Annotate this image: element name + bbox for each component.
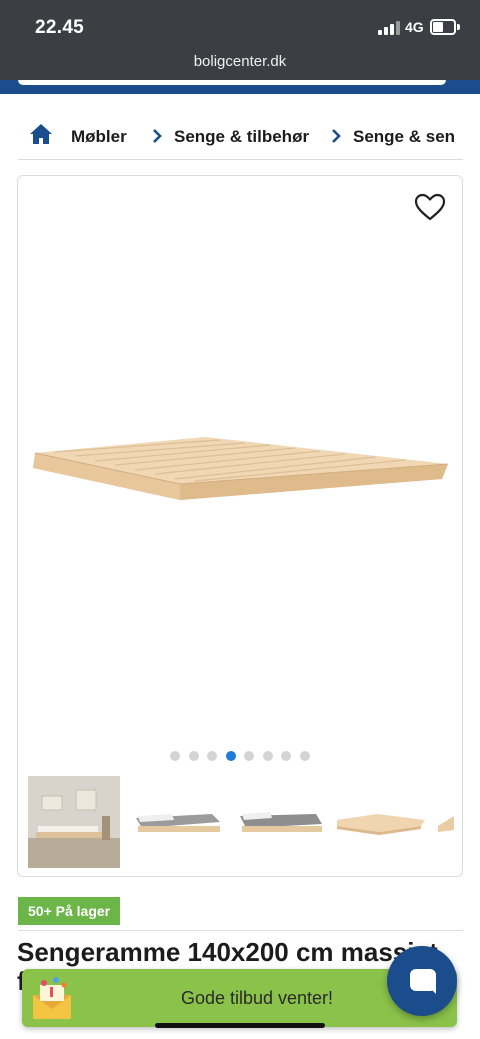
carousel-dot[interactable]	[207, 751, 217, 761]
url-bar[interactable]: boligcenter.dk	[0, 53, 480, 70]
chat-button[interactable]	[387, 946, 457, 1016]
chat-bubble-tail	[428, 986, 436, 994]
thumbnail-bed-angle[interactable]	[234, 776, 326, 868]
status-bar: 22.45 4G boligcenter.dk	[0, 0, 480, 80]
thumbnail-room[interactable]	[28, 776, 120, 868]
breadcrumb-item-senge-sen[interactable]: Senge & sen	[353, 127, 455, 147]
breadcrumb-item-mobler[interactable]: Møbler	[71, 127, 127, 147]
carousel-dot[interactable]	[244, 751, 254, 761]
home-icon[interactable]	[29, 123, 53, 145]
carousel-dot-active[interactable]	[226, 751, 236, 761]
chevron-right-icon	[153, 129, 162, 143]
carousel-dot[interactable]	[300, 751, 310, 761]
battery-icon	[430, 19, 460, 35]
chevron-right-icon	[332, 129, 341, 143]
search-field-edge[interactable]	[18, 80, 446, 85]
thumbnail-bed-side[interactable]	[132, 776, 224, 868]
signal-icon	[378, 21, 400, 35]
heart-outline-icon[interactable]	[414, 192, 446, 222]
thumbnail-frame[interactable]	[335, 776, 427, 868]
divider	[18, 930, 463, 931]
carousel-dot[interactable]	[281, 751, 291, 761]
product-main-image[interactable]	[30, 426, 450, 526]
stock-badge: 50+ På lager	[18, 897, 121, 925]
home-indicator	[155, 1023, 325, 1028]
product-gallery	[17, 175, 463, 877]
carousel-dot[interactable]	[170, 751, 180, 761]
breadcrumb: Møbler Senge & tilbehør Senge & sen	[18, 112, 463, 160]
carousel-dot[interactable]	[263, 751, 273, 761]
thumbnail-frame-partial[interactable]	[436, 776, 462, 868]
thumbnail-strip	[28, 776, 462, 868]
site-header	[0, 80, 480, 94]
status-time: 22.45	[35, 17, 85, 38]
carousel-dot[interactable]	[189, 751, 199, 761]
network-type: 4G	[405, 19, 424, 35]
breadcrumb-item-senge-tilbehor[interactable]: Senge & tilbehør	[174, 127, 309, 147]
